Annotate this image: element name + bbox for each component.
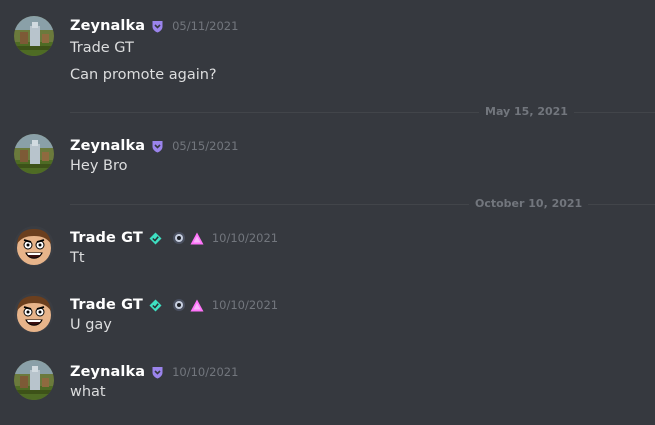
username[interactable]: Trade GT xyxy=(70,230,143,246)
username[interactable]: Zeynalka xyxy=(70,138,145,154)
date-divider-label: October 10, 2021 xyxy=(469,197,589,211)
date-divider-label: May 15, 2021 xyxy=(479,105,574,119)
nitro-badge-icon[interactable] xyxy=(151,20,164,33)
server-booster-badge-icon[interactable] xyxy=(190,299,204,312)
avatar[interactable] xyxy=(14,16,54,56)
date-divider: May 15, 2021 xyxy=(0,104,655,120)
avatar-zeynalka-icon xyxy=(14,134,54,174)
server-booster-badge-icon[interactable] xyxy=(190,232,204,245)
timestamp: 10/10/2021 xyxy=(211,298,279,312)
hypesquad-badge-icon[interactable] xyxy=(149,232,162,245)
username[interactable]: Trade GT xyxy=(70,297,143,313)
message-content: what xyxy=(70,384,106,400)
message-content: Hey Bro xyxy=(70,158,128,174)
avatar[interactable] xyxy=(14,293,54,333)
username[interactable]: Zeynalka xyxy=(70,364,145,380)
avatar-trade-gt-icon xyxy=(14,293,54,333)
timestamp: 05/11/2021 xyxy=(172,19,239,33)
avatar-trade-gt-icon xyxy=(14,226,54,266)
timestamp: 10/10/2021 xyxy=(172,365,239,379)
avatar[interactable] xyxy=(14,226,54,266)
timestamp: 10/10/2021 xyxy=(211,231,279,245)
date-divider: October 10, 2021 xyxy=(0,196,655,212)
nitro-badge-icon[interactable] xyxy=(151,366,164,379)
message-content: Trade GT xyxy=(70,40,134,56)
message-content: Can promote again? xyxy=(70,67,217,83)
early-supporter-badge-icon[interactable] xyxy=(172,298,186,312)
early-supporter-badge-icon[interactable] xyxy=(172,231,186,245)
timestamp: 05/15/2021 xyxy=(172,139,239,153)
message-content: Tt xyxy=(70,250,85,266)
hypesquad-badge-icon[interactable] xyxy=(149,299,162,312)
avatar[interactable] xyxy=(14,134,54,174)
avatar-zeynalka-icon xyxy=(14,16,54,56)
message-content: U gay xyxy=(70,317,112,333)
username[interactable]: Zeynalka xyxy=(70,18,145,34)
avatar[interactable] xyxy=(14,360,54,400)
chat-messages: Zeynalka 05/11/2021 Trade GT Can promote… xyxy=(0,0,655,425)
avatar-zeynalka-icon xyxy=(14,360,54,400)
nitro-badge-icon[interactable] xyxy=(151,140,164,153)
